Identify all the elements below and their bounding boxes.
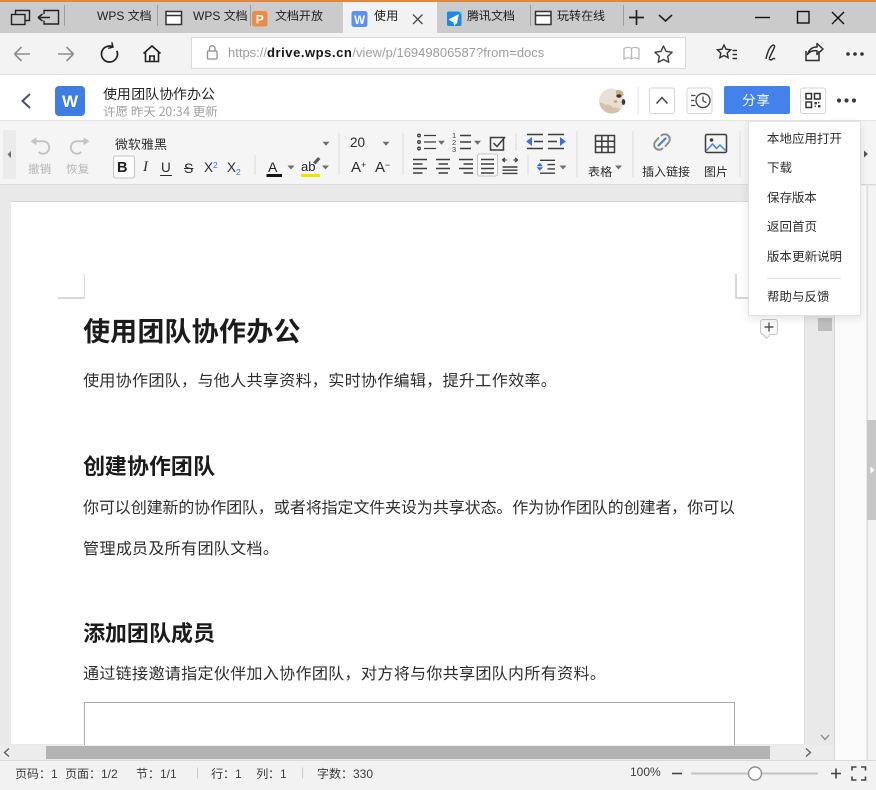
svg-text:W: W xyxy=(354,15,365,27)
svg-text:P: P xyxy=(256,13,264,27)
svg-text:W: W xyxy=(62,92,79,111)
svg-text:3: 3 xyxy=(452,145,456,154)
